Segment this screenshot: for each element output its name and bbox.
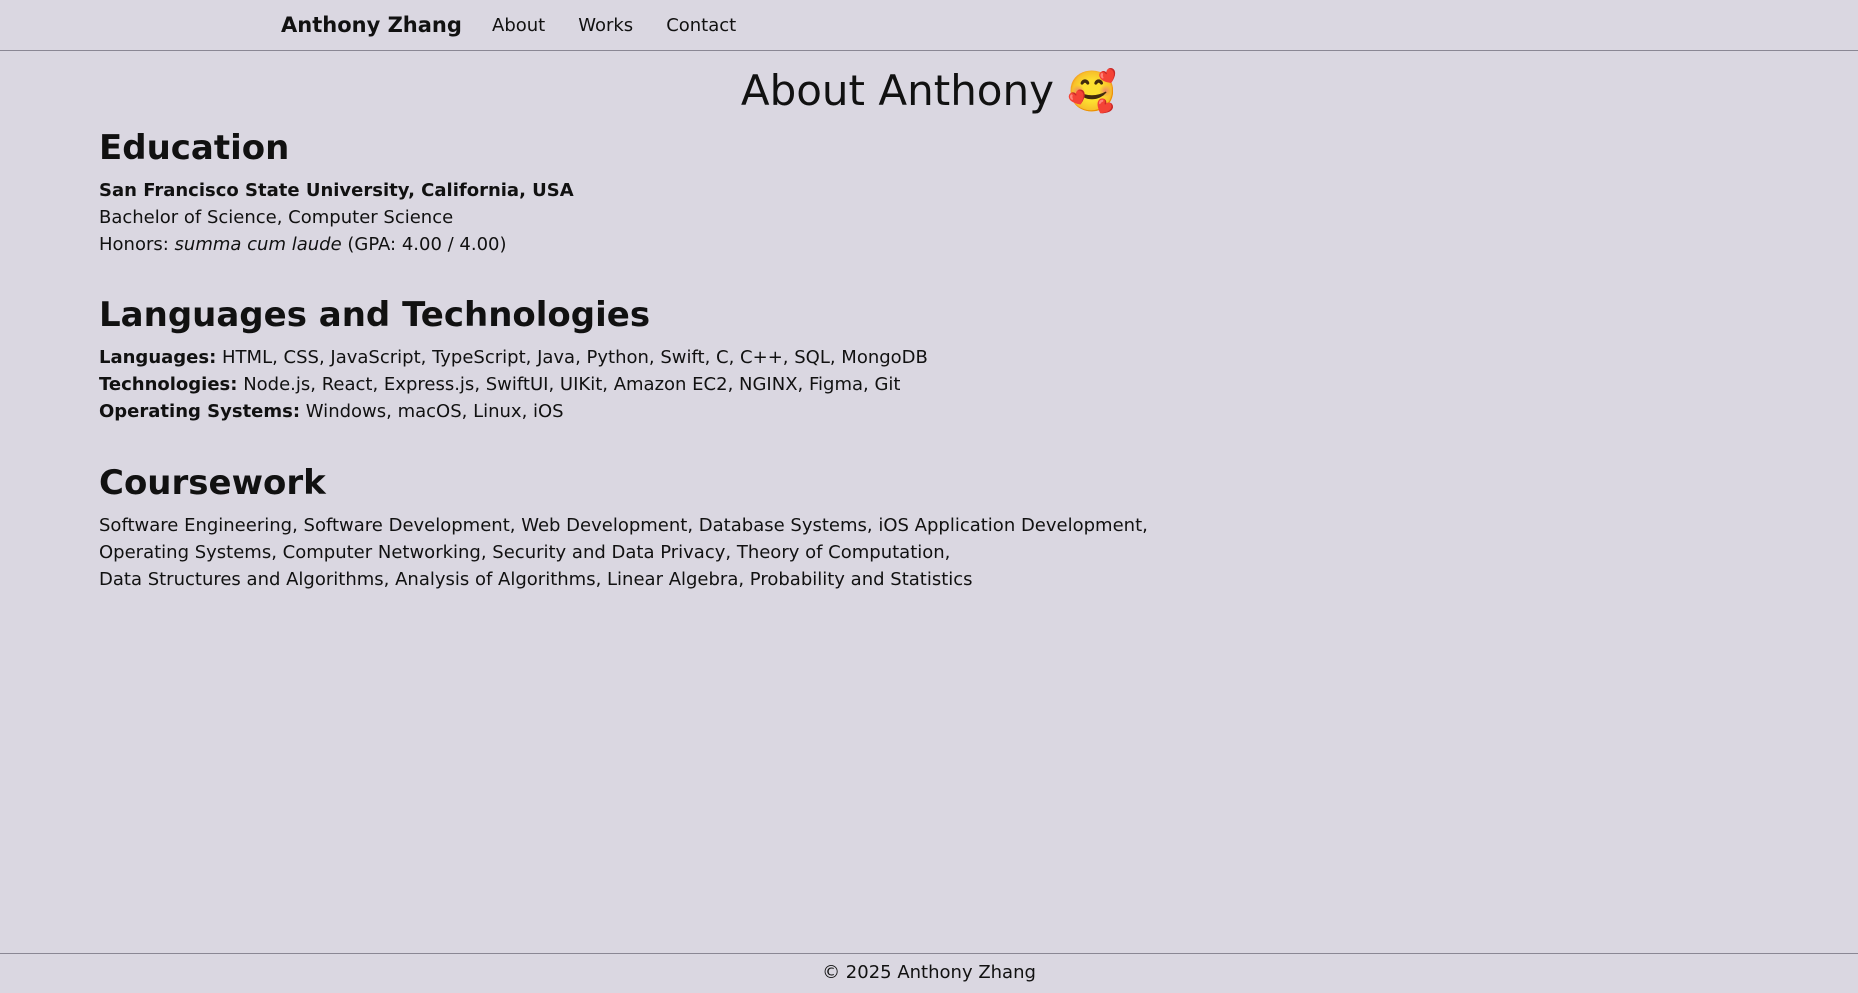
operating-systems-value: Windows, macOS, Linux, iOS [300,400,564,422]
languages-value: HTML, CSS, JavaScript, TypeScript, Java,… [216,346,928,368]
technologies-line: Technologies: Node.js, React, Express.js… [99,371,928,398]
gpa-text: (GPA: 4.00 / 4.00) [341,233,507,255]
footer: © 2025 Anthony Zhang [0,953,1858,993]
coursework-section: Coursework Software Engineering, Softwar… [99,463,1148,593]
nav-link-contact[interactable]: Contact [666,15,736,36]
education-heading: Education [99,128,290,168]
nav-links: About Works Contact [492,15,769,36]
copyright-text: © 2025 Anthony Zhang [822,962,1036,983]
languages-technologies-section: Languages and Technologies Languages: HT… [99,295,928,425]
school-name: San Francisco State University, Californ… [99,179,574,201]
honors-text: Honors: summa cum laude (GPA: 4.00 / 4.0… [99,231,574,258]
coursework-line: Operating Systems, Computer Networking, … [99,541,951,563]
coursework-line: Data Structures and Algorithms, Analysis… [99,568,973,590]
operating-systems-label: Operating Systems: [99,400,301,422]
languages-technologies-heading: Languages and Technologies [99,295,651,335]
technologies-label: Technologies: [99,373,238,395]
smiling-face-with-hearts-icon: 🥰 [1067,69,1118,115]
languages-label: Languages: [99,346,217,368]
top-navigation: Anthony Zhang About Works Contact [0,0,1858,51]
honors-value: summa cum laude [174,233,342,255]
languages-line: Languages: HTML, CSS, JavaScript, TypeSc… [99,344,928,371]
technologies-value: Node.js, React, Express.js, SwiftUI, UIK… [237,373,901,395]
degree-text: Bachelor of Science, Computer Science [99,206,454,228]
honors-label: Honors: [99,233,175,255]
nav-link-works[interactable]: Works [578,15,633,36]
brand-link[interactable]: Anthony Zhang [281,13,462,37]
page-title-text: About Anthony [740,66,1054,115]
coursework-line: Software Engineering, Software Developme… [99,514,1148,536]
nav-link-about[interactable]: About [492,15,545,36]
page-title: About Anthony 🥰 [0,66,1858,115]
page: Anthony Zhang About Works Contact About … [0,0,1858,993]
coursework-heading: Coursework [99,463,326,503]
operating-systems-line: Operating Systems: Windows, macOS, Linux… [99,398,928,425]
education-section: Education San Francisco State University… [99,128,574,258]
